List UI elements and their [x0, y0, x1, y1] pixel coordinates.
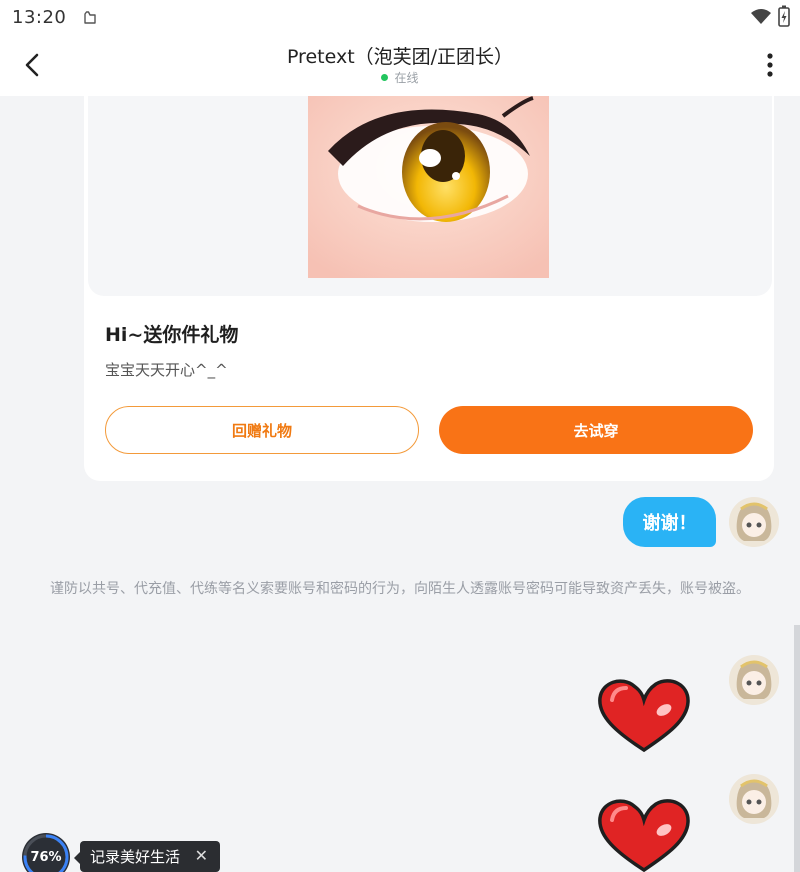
red-heart-sticker[interactable]: [596, 674, 692, 754]
status-indicators: [750, 5, 790, 27]
close-icon[interactable]: ✕: [195, 846, 208, 865]
status-bar: 13:20: [0, 0, 800, 34]
tip-bubble[interactable]: 记录美好生活 ✕: [74, 841, 220, 872]
online-dot-icon: [381, 74, 389, 81]
message-bubble-thanks[interactable]: 谢谢！: [623, 497, 716, 547]
gift-image-area: [88, 96, 772, 296]
red-heart-sticker[interactable]: [596, 794, 692, 872]
avatar[interactable]: [729, 497, 779, 547]
chat-header: Pretext（泡芙团/正团长） 在线: [0, 34, 800, 96]
online-status: 在线: [0, 69, 800, 86]
tip-text: 记录美好生活: [90, 848, 181, 866]
battery-charging-icon: [778, 5, 790, 27]
anime-eye-gift-image: [308, 96, 549, 278]
progress-label: 76%: [30, 849, 62, 865]
avatar[interactable]: [729, 655, 779, 705]
return-gift-button[interactable]: 回赠礼物: [105, 406, 419, 454]
progress-ball[interactable]: 76%: [22, 833, 70, 872]
gift-title: Hi~送你件礼物: [105, 324, 239, 346]
gift-card: Hi~送你件礼物 宝宝天天开心^_^ 回赠礼物 去试穿: [84, 96, 774, 481]
chat-title: Pretext（泡芙团/正团长）: [286, 46, 514, 68]
more-vertical-icon: [767, 53, 773, 77]
avatar[interactable]: [729, 774, 779, 824]
online-status-label: 在线: [394, 71, 419, 85]
safety-notice: 谨防以共号、代充值、代练等名义索要账号和密码的行为，向陌生人透露账号密码可能导致…: [50, 581, 750, 597]
android-notification-icon: [82, 9, 98, 25]
try-on-button[interactable]: 去试穿: [439, 406, 753, 454]
status-time: 13:20: [12, 6, 67, 28]
more-button[interactable]: [760, 50, 780, 80]
gift-message: 宝宝天天开心^_^: [105, 361, 228, 379]
wifi-icon: [751, 9, 771, 24]
scrollbar[interactable]: [794, 625, 800, 872]
